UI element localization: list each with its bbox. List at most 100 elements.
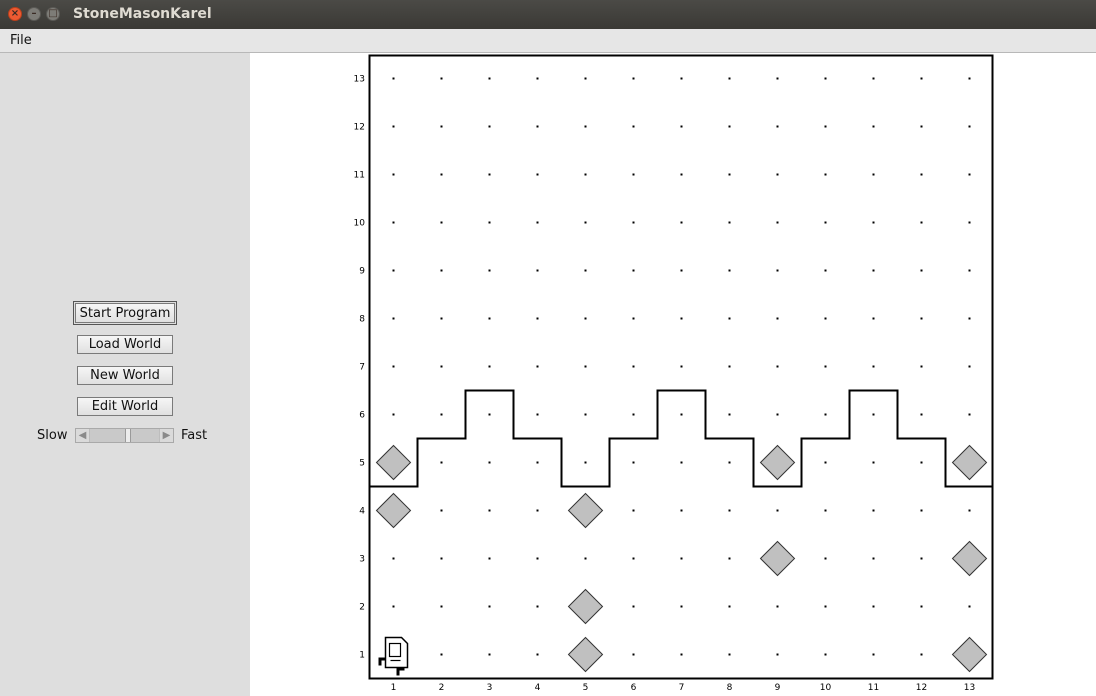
corner-dot — [440, 173, 443, 176]
corner-dot — [536, 365, 539, 368]
corner-dot — [824, 557, 827, 560]
corner-dot — [968, 365, 971, 368]
corner-dot — [920, 221, 923, 224]
corner-dot — [440, 605, 443, 608]
corner-dot — [632, 221, 635, 224]
corner-dot — [392, 173, 395, 176]
beeper-icon — [375, 492, 412, 529]
karel-screen — [388, 642, 402, 658]
corner-dot — [632, 173, 635, 176]
corner-dot — [536, 125, 539, 128]
corner-dot — [632, 77, 635, 80]
y-axis-labels: 12345678910111213 — [354, 75, 366, 661]
corner-dot — [584, 125, 587, 128]
x-axis-label: 6 — [631, 683, 637, 693]
corner-dot — [488, 77, 491, 80]
beeper-icon — [759, 540, 796, 577]
corner-dot — [728, 461, 731, 464]
corner-dot — [824, 509, 827, 512]
corner-dot — [920, 365, 923, 368]
corner-dot — [392, 317, 395, 320]
corner-dot — [584, 77, 587, 80]
corner-dot — [488, 365, 491, 368]
corner-dot — [488, 653, 491, 656]
corner-dot — [392, 605, 395, 608]
corner-dot — [968, 125, 971, 128]
corner-dot — [632, 509, 635, 512]
corner-dot — [536, 269, 539, 272]
corner-dot — [440, 269, 443, 272]
corner-dot — [920, 461, 923, 464]
corner-dot — [488, 557, 491, 560]
corner-dot — [920, 77, 923, 80]
corner-dot — [392, 125, 395, 128]
corner-dot — [776, 77, 779, 80]
corner-dot — [488, 509, 491, 512]
corner-dot — [824, 173, 827, 176]
y-axis-label: 2 — [359, 603, 365, 613]
corner-dot — [680, 125, 683, 128]
corner-dot — [392, 269, 395, 272]
x-axis-label: 12 — [916, 683, 927, 693]
beeper-icon — [951, 540, 988, 577]
corner-dot — [728, 509, 731, 512]
corner-dot — [872, 77, 875, 80]
corner-dot — [632, 605, 635, 608]
corner-dot — [536, 221, 539, 224]
corner-dot — [680, 317, 683, 320]
corner-dot — [680, 77, 683, 80]
corner-dot — [968, 413, 971, 416]
corner-dot — [488, 605, 491, 608]
karel-world: 1 2 3 4 5 6 7 8 9 10 11 12 13 12345678910111213 — [354, 54, 994, 693]
corner-dot — [728, 653, 731, 656]
corner-dot — [728, 557, 731, 560]
corner-dot — [872, 509, 875, 512]
corner-dot — [728, 317, 731, 320]
corner-dot — [920, 317, 923, 320]
corner-dot — [584, 221, 587, 224]
y-axis-label: 7 — [359, 363, 365, 373]
corner-dot — [680, 413, 683, 416]
corner-dot — [680, 653, 683, 656]
corner-dot — [440, 221, 443, 224]
y-axis-label: 11 — [354, 171, 365, 181]
corner-dot — [584, 173, 587, 176]
corner-dot — [824, 317, 827, 320]
corner-dot — [776, 221, 779, 224]
corner-dot — [824, 461, 827, 464]
y-axis-label: 8 — [359, 315, 365, 325]
corner-dot — [920, 269, 923, 272]
corner-dot — [584, 365, 587, 368]
beeper-icon — [951, 636, 988, 673]
beeper-icon — [567, 492, 604, 529]
karel-robot-icon — [378, 636, 409, 676]
corner-dot — [488, 221, 491, 224]
corner-dot — [872, 365, 875, 368]
corner-dot — [584, 269, 587, 272]
x-axis-label: 8 — [727, 683, 733, 693]
corner-dot — [440, 77, 443, 80]
corner-dot — [776, 509, 779, 512]
corner-dot — [536, 653, 539, 656]
corner-dot — [392, 221, 395, 224]
beeper-icon — [759, 444, 796, 481]
corner-dot — [920, 509, 923, 512]
karel-right-leg — [396, 667, 400, 676]
corner-dot — [680, 605, 683, 608]
corner-dot — [680, 461, 683, 464]
x-axis-label: 5 — [583, 683, 589, 693]
y-axis-label: 4 — [359, 507, 365, 517]
corner-dot — [776, 653, 779, 656]
corner-dot — [920, 653, 923, 656]
corner-dot — [440, 557, 443, 560]
corner-dot — [536, 509, 539, 512]
corner-dot — [920, 557, 923, 560]
y-axis-label: 12 — [354, 123, 365, 133]
corner-dot — [824, 77, 827, 80]
corner-dot — [920, 125, 923, 128]
corner-dot — [392, 413, 395, 416]
x-axis-label: 2 — [439, 683, 445, 693]
corner-dot — [728, 173, 731, 176]
corner-dot — [776, 173, 779, 176]
corner-dot — [632, 557, 635, 560]
